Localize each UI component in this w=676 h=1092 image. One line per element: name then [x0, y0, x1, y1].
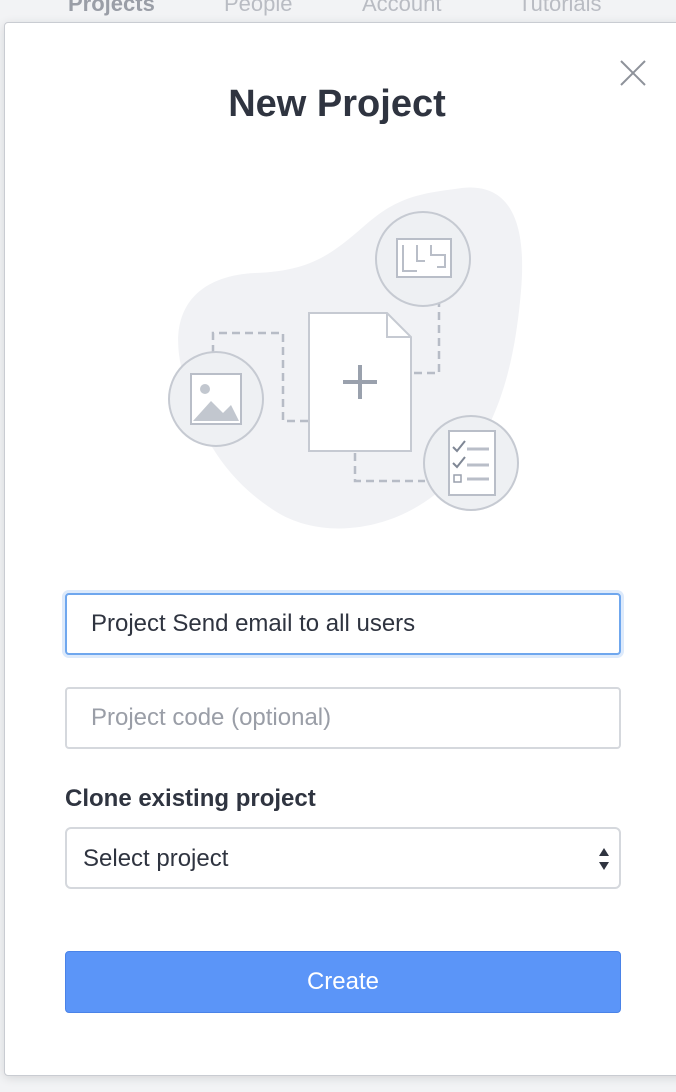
floorplan-icon [375, 211, 471, 307]
clone-project-select[interactable]: Select project [65, 827, 621, 889]
modal-title: New Project [228, 83, 446, 125]
background-nav: Projects People Account Tutorials [0, 0, 676, 22]
new-project-modal: New Project Project Send email to all us… [4, 22, 676, 1076]
nav-item-tutorials[interactable]: Tutorials [518, 0, 602, 17]
checklist-icon [423, 415, 519, 511]
select-arrows-icon [599, 848, 609, 870]
clone-existing-label: Clone existing project [65, 785, 316, 812]
project-code-input[interactable] [65, 687, 621, 749]
document-plus-icon [308, 312, 412, 452]
new-project-illustration [168, 187, 523, 529]
project-name-input[interactable] [65, 593, 621, 655]
nav-item-projects[interactable]: Projects [68, 0, 155, 17]
image-icon [168, 351, 264, 447]
nav-item-people[interactable]: People [224, 0, 293, 17]
create-button[interactable]: Create [65, 951, 621, 1013]
nav-item-account[interactable]: Account [362, 0, 442, 17]
select-value: Select project [83, 845, 229, 872]
